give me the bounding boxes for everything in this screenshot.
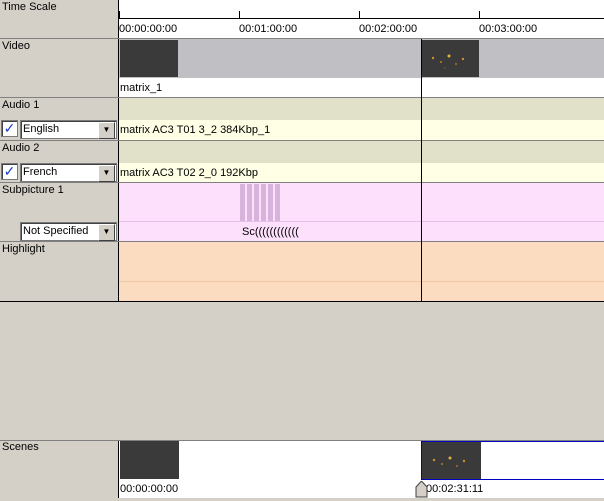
scenes-track[interactable] [119, 441, 604, 480]
subpicture-marker[interactable] [268, 184, 273, 221]
subpicture-marker[interactable] [247, 184, 252, 221]
video-frame-image [431, 54, 465, 69]
subpicture1-language-select[interactable]: Not Specified ▼ [20, 222, 117, 241]
ruler-baseline [119, 18, 604, 19]
empty-track-area [0, 302, 604, 440]
time-scale-label-cell: Time Scale [0, 0, 119, 39]
audio1-language-select[interactable]: English ▼ [20, 120, 117, 139]
video-track[interactable] [119, 39, 604, 78]
ruler-tick-label: 00:02:00:00 [359, 23, 418, 35]
audio1-clip-name: matrix AC3 T01 3_2 384Kbp_1 [120, 124, 271, 136]
video-clip-name-row[interactable]: matrix_1 [119, 78, 604, 98]
subpicture-marker[interactable] [240, 184, 245, 221]
video-clip-thumbnail[interactable] [120, 40, 178, 77]
audio2-track[interactable]: matrix AC3 T02 2_0 192Kbp [119, 163, 604, 183]
ruler-tick [119, 11, 120, 19]
ruler-tick [239, 11, 240, 19]
time-scale-ruler[interactable]: 00:00:00:00 00:01:00:00 00:02:00:00 00:0… [119, 0, 604, 39]
audio2-band [119, 141, 604, 163]
ruler-tick-label: 00:00:00:00 [119, 23, 178, 35]
video-clip-name: matrix_1 [120, 82, 163, 94]
subpicture-marker[interactable] [254, 184, 259, 221]
scene-frame-image [432, 456, 466, 467]
highlight-track[interactable] [119, 242, 604, 302]
audio1-language-value: English [23, 123, 60, 135]
scene-selection-box[interactable] [421, 441, 604, 480]
dropdown-arrow-icon[interactable]: ▼ [98, 165, 115, 182]
video-label: Video [2, 40, 30, 52]
audio1-band [119, 98, 604, 120]
highlight-label-cell: Highlight [0, 242, 119, 302]
scene-thumbnail[interactable] [422, 442, 481, 479]
playhead-marker-icon[interactable] [415, 480, 428, 498]
audio2-clip-name: matrix AC3 T02 2_0 192Kbp [120, 167, 258, 179]
audio2-language-select[interactable]: French ▼ [20, 163, 117, 182]
scenes-playhead-time: 00:02:31:11 [426, 483, 484, 495]
subpicture1-label: Subpicture 1 [2, 184, 64, 196]
scenes-label-cell: Scenes [0, 440, 119, 498]
subpicture1-track[interactable]: Sc(((((((((((( [119, 183, 604, 242]
scenes-start-time: 00:00:00:00 [120, 483, 179, 495]
audio1-label: Audio 1 [2, 99, 40, 111]
ruler-tick-label: 00:01:00:00 [239, 23, 298, 35]
ruler-tick [479, 11, 480, 19]
subpicture-overlapping-labels: Sc(((((((((((( [242, 226, 299, 238]
ruler-tick-label: 00:03:00:00 [479, 23, 538, 35]
subpicture1-language-value: Not Specified [23, 225, 89, 237]
dropdown-arrow-icon[interactable]: ▼ [98, 122, 115, 139]
scenes-time-row: 00:00:00:00 00:02:31:11 [119, 480, 604, 498]
checkmark-icon: ✓ [3, 120, 16, 136]
time-scale-label: Time Scale [2, 1, 57, 13]
scenes-label: Scenes [2, 441, 39, 453]
video-clip-thumbnail[interactable] [421, 40, 479, 77]
subpicture-divider [119, 221, 604, 222]
checkmark-icon: ✓ [3, 163, 16, 179]
video-label-cell: Video [0, 39, 119, 98]
dropdown-arrow-icon[interactable]: ▼ [98, 224, 115, 241]
audio2-language-value: French [23, 166, 58, 178]
audio2-label: Audio 2 [2, 142, 40, 154]
ruler-tick [359, 11, 360, 19]
audio2-enable-checkbox[interactable]: ✓ [1, 163, 18, 180]
audio1-enable-checkbox[interactable]: ✓ [1, 120, 18, 137]
audio1-track[interactable]: matrix AC3 T01 3_2 384Kbp_1 [119, 120, 604, 141]
subpicture-marker[interactable] [275, 184, 280, 221]
scene-thumbnail[interactable] [120, 441, 179, 479]
highlight-divider [119, 281, 604, 282]
playhead-line[interactable] [421, 39, 422, 302]
highlight-label: Highlight [2, 243, 45, 255]
subpicture-marker[interactable] [261, 184, 266, 221]
